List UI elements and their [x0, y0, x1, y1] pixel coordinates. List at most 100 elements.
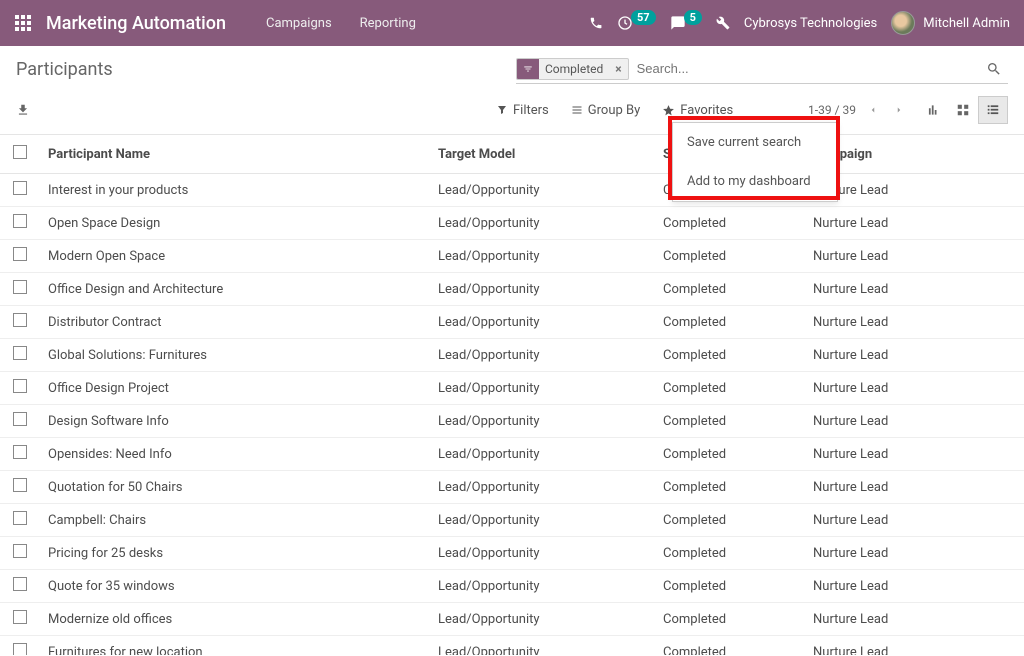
cell-name: Office Design Project: [40, 372, 430, 405]
table-row[interactable]: Distributor ContractLead/OpportunityComp…: [0, 306, 1024, 339]
row-checkbox[interactable]: [13, 511, 27, 525]
cell-target: Lead/Opportunity: [430, 570, 655, 603]
filters-label: Filters: [513, 103, 549, 118]
cell-target: Lead/Opportunity: [430, 537, 655, 570]
search-box: Completed ×: [516, 54, 1008, 84]
cell-campaign: Nurture Lead: [805, 537, 1024, 570]
company-name[interactable]: Cybrosys Technologies: [744, 16, 877, 31]
nav-right: 57 5 Cybrosys Technologies Mitchell Admi…: [589, 11, 1024, 35]
cell-target: Lead/Opportunity: [430, 405, 655, 438]
row-checkbox[interactable]: [13, 478, 27, 492]
cell-name: Quotation for 50 Chairs: [40, 471, 430, 504]
tools-icon[interactable]: [716, 16, 730, 30]
user-name: Mitchell Admin: [923, 16, 1010, 31]
table-row[interactable]: Office Design and ArchitectureLead/Oppor…: [0, 273, 1024, 306]
row-checkbox[interactable]: [13, 247, 27, 261]
cell-campaign: Nurture Lead: [805, 438, 1024, 471]
col-name[interactable]: Participant Name: [40, 135, 430, 174]
row-checkbox[interactable]: [13, 643, 27, 655]
table-row[interactable]: Design Software InfoLead/OpportunityComp…: [0, 405, 1024, 438]
row-checkbox[interactable]: [13, 214, 27, 228]
table-row[interactable]: Modernize old officesLead/OpportunityCom…: [0, 603, 1024, 636]
cell-target: Lead/Opportunity: [430, 438, 655, 471]
row-checkbox[interactable]: [13, 379, 27, 393]
search-input[interactable]: [629, 57, 980, 80]
cell-campaign: Nurture Lead: [805, 372, 1024, 405]
cell-target: Lead/Opportunity: [430, 504, 655, 537]
facet-remove[interactable]: ×: [609, 62, 627, 76]
table-row[interactable]: Global Solutions: FurnituresLead/Opportu…: [0, 339, 1024, 372]
table-row[interactable]: Interest in your productsLead/Opportunit…: [0, 174, 1024, 207]
cell-campaign: Nurture Lead: [805, 471, 1024, 504]
apps-launcher[interactable]: [0, 0, 46, 46]
row-checkbox[interactable]: [13, 280, 27, 294]
cell-target: Lead/Opportunity: [430, 306, 655, 339]
cell-status: Completed: [655, 570, 805, 603]
cell-target: Lead/Opportunity: [430, 339, 655, 372]
filters-button[interactable]: Filters: [496, 103, 549, 118]
cell-campaign: Nurture Lead: [805, 207, 1024, 240]
cell-status: Completed: [655, 603, 805, 636]
row-checkbox[interactable]: [13, 412, 27, 426]
table-row[interactable]: Office Design ProjectLead/OpportunityCom…: [0, 372, 1024, 405]
cell-target: Lead/Opportunity: [430, 603, 655, 636]
cell-name: Campbell: Chairs: [40, 504, 430, 537]
table-row[interactable]: Pricing for 25 desksLead/OpportunityComp…: [0, 537, 1024, 570]
row-checkbox[interactable]: [13, 346, 27, 360]
cell-status: Completed: [655, 504, 805, 537]
view-graph[interactable]: [918, 96, 948, 124]
groupby-button[interactable]: Group By: [571, 103, 641, 118]
activities-icon[interactable]: 57: [617, 15, 656, 31]
cell-campaign: Nurture Lead: [805, 240, 1024, 273]
row-checkbox[interactable]: [13, 313, 27, 327]
table-row[interactable]: Open Space DesignLead/OpportunityComplet…: [0, 207, 1024, 240]
select-all-checkbox[interactable]: [13, 145, 27, 159]
app-brand[interactable]: Marketing Automation: [46, 13, 226, 34]
add-to-dashboard[interactable]: Add to my dashboard: [673, 162, 837, 201]
table-row[interactable]: Modern Open SpaceLead/OpportunityComplet…: [0, 240, 1024, 273]
nav-link-reporting[interactable]: Reporting: [350, 8, 426, 39]
cell-name: Open Space Design: [40, 207, 430, 240]
pager-prev[interactable]: [864, 99, 882, 121]
favorites-button[interactable]: Favorites: [662, 103, 733, 118]
cell-campaign: Nurture Lead: [805, 603, 1024, 636]
participants-table: Participant Name Target Model Status Cam…: [0, 135, 1024, 655]
view-kanban[interactable]: [948, 96, 978, 124]
cell-campaign: Nurture Lead: [805, 636, 1024, 656]
cell-status: Completed: [655, 339, 805, 372]
cell-status: Completed: [655, 405, 805, 438]
cell-target: Lead/Opportunity: [430, 174, 655, 207]
export-icon[interactable]: [16, 103, 496, 117]
row-checkbox[interactable]: [13, 610, 27, 624]
cell-status: Completed: [655, 471, 805, 504]
user-menu[interactable]: Mitchell Admin: [891, 11, 1010, 35]
pager-range[interactable]: 1-39 / 39: [808, 103, 856, 117]
col-target[interactable]: Target Model: [430, 135, 655, 174]
table-row[interactable]: Quote for 35 windowsLead/OpportunityComp…: [0, 570, 1024, 603]
pager-next[interactable]: [890, 99, 908, 121]
table-row[interactable]: Campbell: ChairsLead/OpportunityComplete…: [0, 504, 1024, 537]
cell-name: Modern Open Space: [40, 240, 430, 273]
table-row[interactable]: Opensides: Need InfoLead/OpportunityComp…: [0, 438, 1024, 471]
cell-status: Completed: [655, 207, 805, 240]
table-row[interactable]: Quotation for 50 ChairsLead/OpportunityC…: [0, 471, 1024, 504]
messages-icon[interactable]: 5: [670, 15, 702, 31]
nav-link-campaigns[interactable]: Campaigns: [256, 8, 342, 39]
cell-target: Lead/Opportunity: [430, 240, 655, 273]
cell-status: Completed: [655, 438, 805, 471]
top-nav: Marketing Automation Campaigns Reporting…: [0, 0, 1024, 46]
favorites-dropdown: Save current search Add to my dashboard: [672, 122, 838, 202]
search-icon[interactable]: [980, 61, 1008, 77]
row-checkbox[interactable]: [13, 181, 27, 195]
save-current-search[interactable]: Save current search: [673, 123, 837, 162]
phone-icon[interactable]: [589, 16, 603, 30]
favorites-label: Favorites: [680, 103, 733, 118]
cell-campaign: Nurture Lead: [805, 306, 1024, 339]
control-panel: Participants Completed × Filters: [0, 46, 1024, 135]
table-row[interactable]: Furnitures for new locationLead/Opportun…: [0, 636, 1024, 656]
row-checkbox[interactable]: [13, 544, 27, 558]
cell-campaign: Nurture Lead: [805, 273, 1024, 306]
row-checkbox[interactable]: [13, 577, 27, 591]
view-list[interactable]: [978, 96, 1008, 124]
row-checkbox[interactable]: [13, 445, 27, 459]
